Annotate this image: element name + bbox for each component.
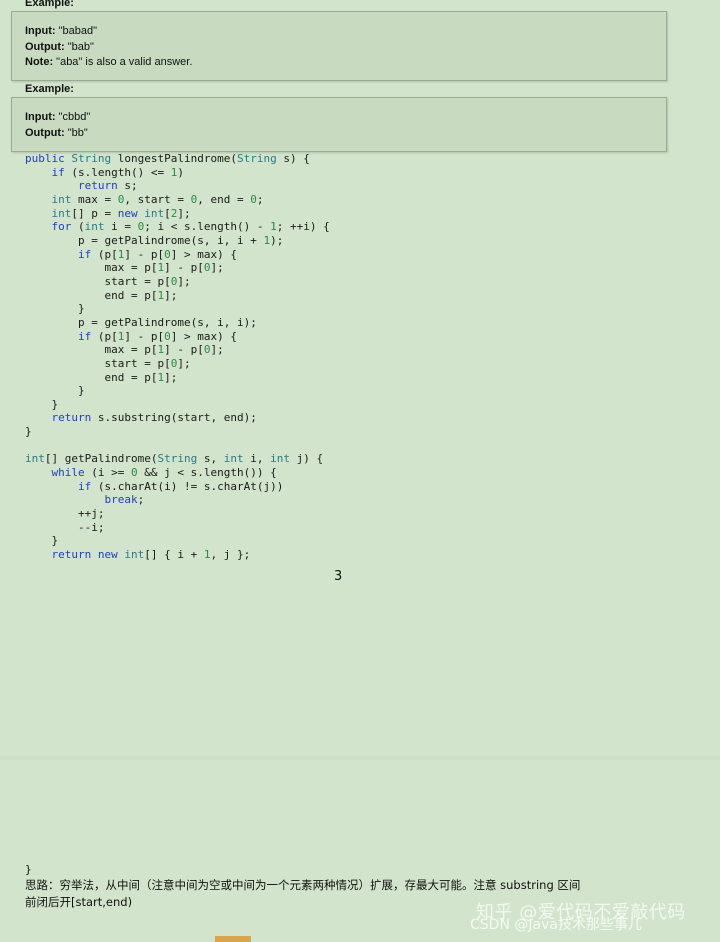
code-line: ++j; (25, 507, 105, 521)
code-line: --i; (25, 520, 105, 534)
code-line: } (25, 397, 59, 411)
watermark-csdn: CSDN @Java技术那些事儿 (470, 917, 642, 933)
row-key: Input: (25, 25, 56, 37)
row-key: Input: (25, 111, 56, 123)
example-label: Example: (25, 83, 74, 95)
note-line: 思路：穷举法，从中间（注意中间为空或中间为一个元素两种情况）扩展，存最大可能。注… (25, 878, 581, 892)
code-line: for (int i = 0; i < s.length() - 1; ++i)… (51, 220, 330, 234)
example-output-row: Output: "bb" (25, 126, 666, 142)
closing-brace: } (25, 863, 32, 876)
code-line: public String longestPalindrome(String s… (25, 152, 310, 165)
code-line: max = p[1] - p[0]; (104, 261, 224, 275)
code-line: } (25, 302, 85, 316)
row-value: "cbbd" (55, 111, 91, 123)
code-line: start = p[0]; (104, 356, 191, 370)
code-line: end = p[1]; (104, 370, 178, 384)
code-line: break; (104, 493, 145, 507)
code-line: if (s.length() <= 1) (51, 165, 185, 179)
code-line: } (25, 384, 85, 398)
example-input-row: Input: "babad" (25, 24, 666, 40)
code-line: int[] p = new int[2]; (51, 206, 191, 220)
code-line: p = getPalindrome(s, i, i); (77, 315, 257, 329)
row-value: "aba" is also a valid answer. (53, 56, 193, 68)
row-value: "babad" (55, 25, 98, 37)
code-line: start = p[0]; (104, 274, 191, 288)
code-line: int[] getPalindrome(String s, int i, int… (25, 452, 324, 466)
code-line: if (p[1] - p[0] > max) { (77, 247, 237, 261)
example-box: Input: "cbbd" Output: "bb" (11, 97, 667, 152)
code-line: return s.substring(start, end); (51, 411, 257, 425)
example-input-row: Input: "cbbd" (25, 110, 666, 126)
code-line: p = getPalindrome(s, i, i + 1); (77, 233, 284, 247)
row-value: "bab" (64, 40, 94, 53)
code-line: int max = 0, start = 0, end = 0; (51, 192, 264, 206)
row-key: Output: (25, 40, 65, 53)
row-key: Note: (25, 56, 54, 68)
code-line: while (i >= 0 && j < s.length()) { (51, 466, 277, 480)
code-line: } (25, 534, 59, 548)
row-key: Output: (25, 126, 65, 139)
page-number: 3 (334, 569, 343, 584)
code-line: } (25, 425, 32, 439)
example-output-row: Output: "bab" (25, 40, 666, 56)
example-label: Example: (25, 0, 74, 9)
code-line: end = p[1]; (104, 288, 178, 302)
code-line: return s; (77, 179, 138, 193)
example-box: Input: "babad" Output: "bab" Note: "aba"… (11, 11, 667, 81)
code-line: if (p[1] - p[0] > max) { (77, 329, 237, 343)
row-value: "bb" (64, 126, 88, 139)
code-line: max = p[1] - p[0]; (104, 343, 224, 357)
bottom-accent-bar (215, 936, 251, 942)
example-note-row: Note: "aba" is also a valid answer. (25, 55, 666, 71)
code-block: public String longestPalindrome(String s… (25, 152, 330, 562)
code-line: if (s.charAt(i) != s.charAt(j)) (77, 479, 284, 493)
code-line: return new int[] { i + 1, j }; (51, 548, 251, 562)
